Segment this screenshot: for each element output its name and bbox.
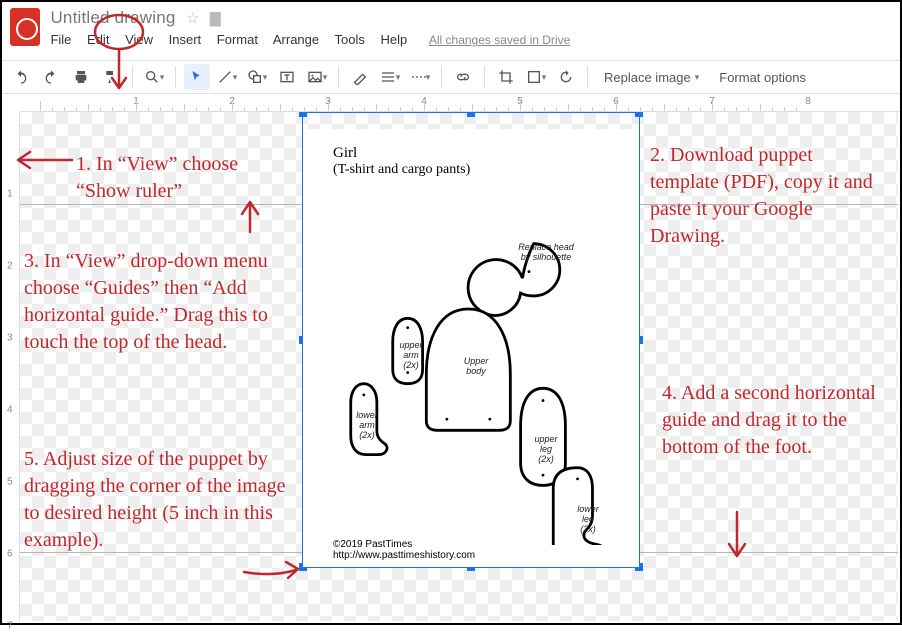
menu-file[interactable]: File — [50, 32, 71, 47]
redo-button[interactable] — [38, 64, 64, 90]
resize-handle-n[interactable] — [467, 112, 475, 117]
label-lower-arm: lowerarm(2x) — [349, 411, 385, 441]
menu-edit[interactable]: Edit — [87, 32, 109, 47]
menu-tools[interactable]: Tools — [335, 32, 365, 47]
template-subtitle: (T-shirt and cargo pants) — [333, 162, 609, 178]
ruler-vertical: 1234567 — [4, 112, 20, 621]
folder-icon[interactable]: ▇ — [210, 10, 221, 26]
reset-image-button[interactable] — [553, 64, 579, 90]
annotation-1: 1. In “View” choose “Show ruler” — [76, 151, 286, 205]
menu-help[interactable]: Help — [380, 32, 407, 47]
label-upper-arm: upperarm(2x) — [393, 341, 429, 371]
menu-format[interactable]: Format — [217, 32, 258, 47]
border-color-button[interactable] — [347, 64, 373, 90]
template-title: Girl — [333, 145, 609, 162]
line-tool[interactable]: ▾ — [214, 64, 240, 90]
menu-insert[interactable]: Insert — [169, 32, 202, 47]
annotation-2: 2. Download puppet template (PDF), copy … — [650, 142, 880, 250]
label-upper-body: Upperbody — [451, 357, 501, 377]
toolbar: ▾ ▾ ▾ ▾ ▾ ▾ ▾ Replace image▾ Format opti… — [2, 60, 900, 94]
border-dash-button[interactable]: ▾ — [407, 64, 433, 90]
menu-view[interactable]: View — [125, 32, 153, 47]
border-weight-button[interactable]: ▾ — [377, 64, 403, 90]
doc-title[interactable]: Untitled drawing — [50, 8, 175, 27]
format-options-button[interactable]: Format options — [711, 70, 814, 85]
zoom-button[interactable]: ▾ — [141, 64, 167, 90]
crop-button[interactable] — [493, 64, 519, 90]
print-button[interactable] — [68, 64, 94, 90]
textbox-tool[interactable] — [274, 64, 300, 90]
star-icon[interactable]: ☆ — [186, 10, 199, 27]
label-head: Replace headby silhouette — [511, 243, 581, 263]
template-paper: Girl (T-shirt and cargo pants) — [303, 129, 639, 567]
template-credit: ©2019 PastTimes http://www.pasttimeshist… — [333, 539, 475, 561]
shape-tool[interactable]: ▾ — [244, 64, 270, 90]
resize-handle-ne[interactable] — [635, 112, 643, 117]
image-tool[interactable]: ▾ — [304, 64, 330, 90]
selected-image[interactable]: Girl (T-shirt and cargo pants) — [302, 112, 640, 568]
menu-arrange[interactable]: Arrange — [273, 32, 319, 47]
menu-bar: File Edit View Insert Format Arrange Too… — [50, 32, 582, 47]
annotation-3: 3. In “View” drop-down menu choose “Guid… — [24, 248, 284, 356]
resize-handle-nw[interactable] — [299, 112, 307, 117]
annotation-5: 5. Adjust size of the puppet by dragging… — [24, 446, 294, 554]
ruler-horizontal: 12345678 — [20, 94, 900, 112]
label-lower-leg: lowerleg(2x) — [570, 505, 606, 535]
save-status[interactable]: All changes saved in Drive — [429, 33, 570, 47]
undo-button[interactable] — [8, 64, 34, 90]
drawings-app-icon — [10, 8, 40, 46]
label-upper-leg: upperleg(2x) — [528, 435, 564, 465]
paint-format-button[interactable] — [98, 64, 124, 90]
mask-button[interactable]: ▾ — [523, 64, 549, 90]
app-header: Untitled drawing ☆ ▇ File Edit View Inse… — [2, 2, 900, 60]
link-button[interactable] — [450, 64, 476, 90]
annotation-4: 4. Add a second horizontal guide and dra… — [662, 380, 882, 461]
select-tool[interactable] — [184, 64, 210, 90]
replace-image-button[interactable]: Replace image▾ — [596, 70, 707, 85]
